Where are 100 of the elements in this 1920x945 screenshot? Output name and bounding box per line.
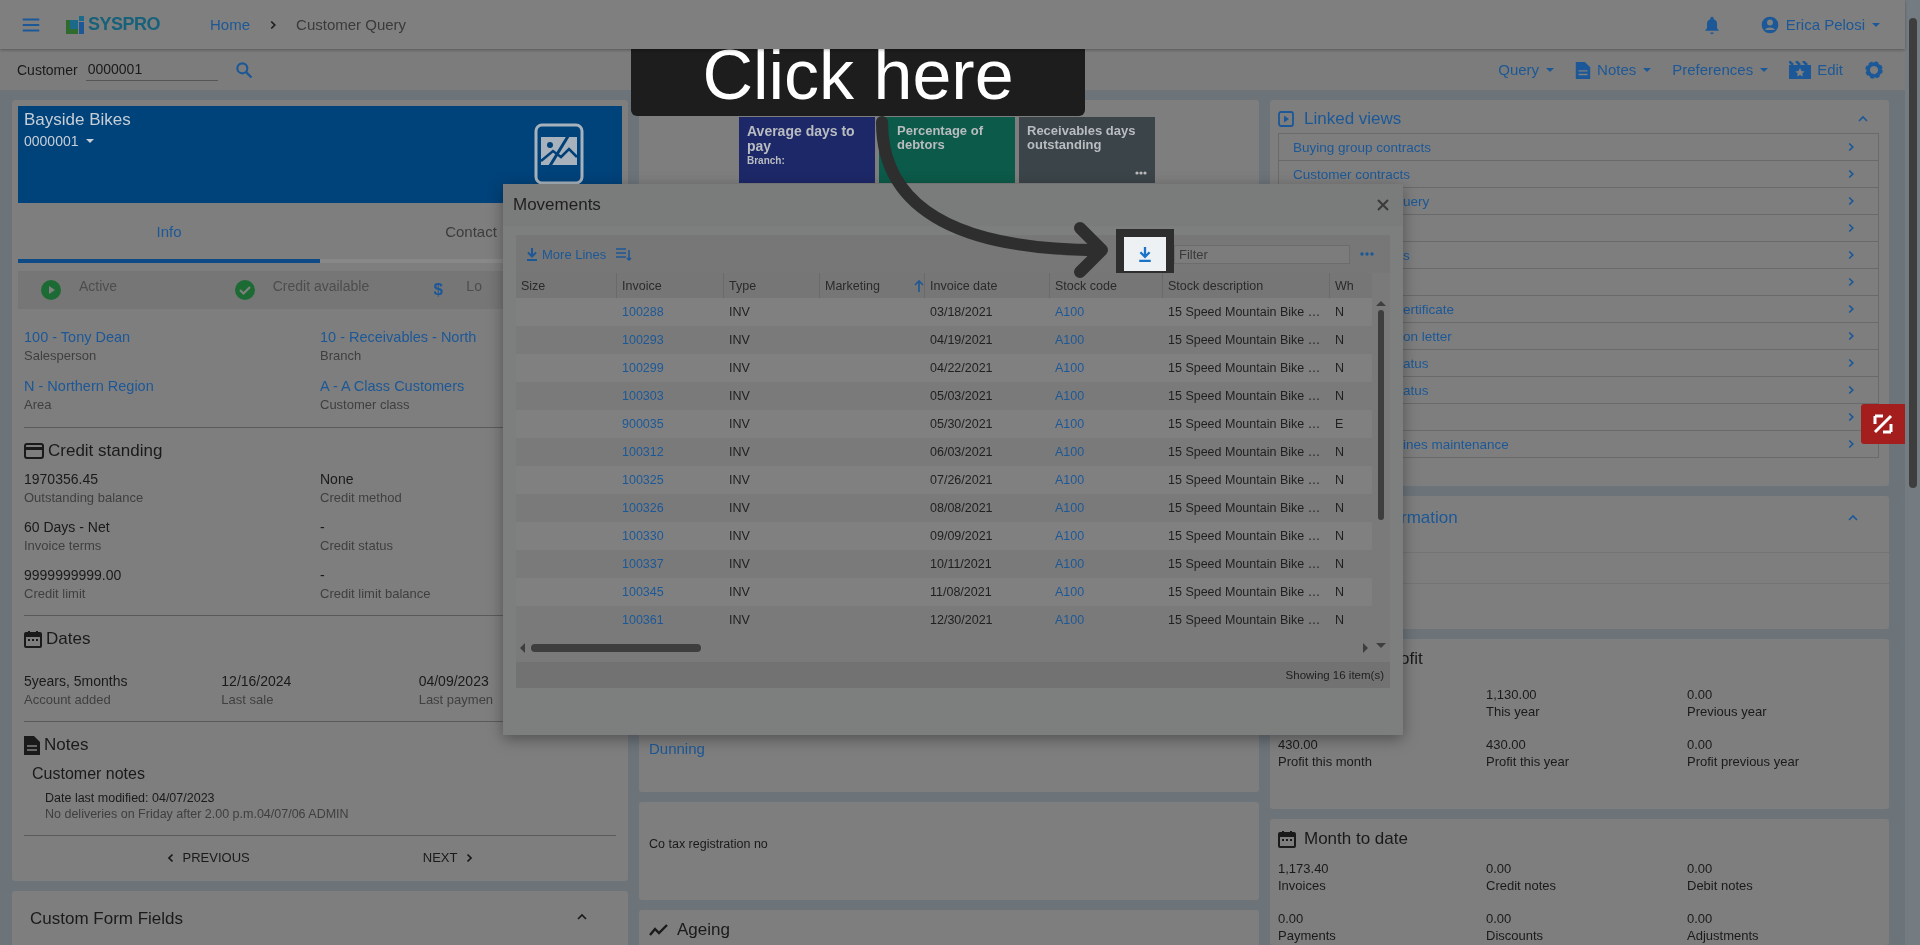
table-cell-text: N <box>1334 389 1346 403</box>
stat-label: Invoices <box>1278 878 1327 893</box>
column-list-icon[interactable] <box>616 247 633 261</box>
kpi-tile[interactable]: Average days to pay Branch: <box>739 117 875 183</box>
stat-value: 0.00 <box>1687 687 1714 702</box>
stock-code-link[interactable]: A100 <box>1050 557 1163 571</box>
close-icon[interactable] <box>1377 199 1389 211</box>
stat-value: 430.00 <box>1486 737 1527 752</box>
tab[interactable]: Info <box>18 203 320 263</box>
menu-button[interactable]: Query <box>1498 61 1556 78</box>
table-cell-text: 15 Speed Mountain Bike … <box>1167 613 1322 627</box>
table-cell-text: INV <box>728 529 751 543</box>
invoice-link[interactable]: 100330 <box>617 529 724 543</box>
user-menu[interactable]: Erica Pelosi <box>1759 14 1881 35</box>
table-cell-text: INV <box>728 361 751 375</box>
invoice-link[interactable]: 100337 <box>617 557 724 571</box>
field-value: 1970356.45 <box>24 471 99 487</box>
table-cell-text: INV <box>728 501 751 515</box>
menu-button[interactable]: Notes <box>1575 60 1653 79</box>
field-label: Credit status <box>320 538 394 553</box>
logo-text: SYSPRO <box>88 14 161 35</box>
kpi-tile[interactable]: Percentage of debtors <box>879 117 1015 183</box>
stock-code-link[interactable]: A100 <box>1050 305 1163 319</box>
download-icon <box>1138 246 1152 262</box>
stock-code-link[interactable]: A100 <box>1050 333 1163 347</box>
invoice-link[interactable]: 100303 <box>617 389 724 403</box>
calendar-icon <box>24 630 42 648</box>
stat-value: 0.00 <box>1687 737 1714 752</box>
more-icon[interactable] <box>1135 171 1147 175</box>
page-scrollbar[interactable] <box>1905 0 1920 945</box>
table-cell-text: 03/18/2021 <box>929 305 994 319</box>
stock-code-link[interactable]: A100 <box>1050 389 1163 403</box>
table-cell-text: INV <box>728 417 751 431</box>
column-header[interactable]: Wh <box>1330 273 1370 298</box>
note-text: No deliveries on Friday after 2.00 p.m.04/07/06 ADMIN <box>44 806 350 823</box>
stock-code-link[interactable]: A100 <box>1050 585 1163 599</box>
table-cell-text: N <box>1334 445 1346 459</box>
stat-value: 430.00 <box>1278 737 1319 752</box>
invoice-link[interactable]: 100326 <box>617 501 724 515</box>
field-label: Salesperson <box>24 348 98 363</box>
stat-value: 0.00 <box>1486 911 1513 926</box>
breadcrumb[interactable]: Home <box>210 16 251 33</box>
field-label: Customer <box>17 61 78 78</box>
search-icon[interactable] <box>233 59 254 80</box>
stock-code-link[interactable]: A100 <box>1050 361 1163 375</box>
table-cell-text: N <box>1334 557 1346 571</box>
dollar-icon: $ <box>428 280 449 300</box>
settings-icon[interactable] <box>1863 58 1885 81</box>
table-cell-text: E <box>1334 417 1345 431</box>
invoice-link[interactable]: 100293 <box>617 333 724 347</box>
stock-code-link[interactable]: A100 <box>1050 473 1163 487</box>
stock-code-link[interactable]: A100 <box>1050 501 1163 515</box>
stock-code-link[interactable]: A100 <box>1050 613 1163 627</box>
section-title: Dates <box>46 629 91 649</box>
table-cell-text: INV <box>728 557 751 571</box>
table-cell-text: INV <box>728 333 751 347</box>
stock-code-link[interactable]: A100 <box>1050 445 1163 459</box>
field-label: Credit limit balance <box>320 586 432 601</box>
field-value: 5years, 5months <box>24 673 129 689</box>
next-button[interactable]: NEXT <box>418 848 480 867</box>
edit-button[interactable]: Edit <box>1789 60 1843 79</box>
field-link[interactable]: N - Northern Region <box>24 378 320 394</box>
invoice-link[interactable]: 100299 <box>617 361 724 375</box>
invoice-link[interactable]: 900035 <box>617 417 724 431</box>
menu-button[interactable]: Preferences <box>1672 61 1770 78</box>
invoice-link[interactable]: 100325 <box>617 473 724 487</box>
field-link[interactable]: 100 - Tony Dean <box>24 329 320 345</box>
stat-label: Debit notes <box>1687 878 1754 893</box>
field-label: Invoice terms <box>24 538 103 553</box>
more-lines-button[interactable]: More Lines <box>526 246 607 262</box>
stat-label: Previous year <box>1687 704 1768 719</box>
invoice-link[interactable]: 100345 <box>617 585 724 599</box>
play-box-icon <box>1278 111 1294 127</box>
table-cell-text: 06/03/2021 <box>929 445 994 459</box>
linked-view-item[interactable]: Buying group contracts <box>1279 134 1878 161</box>
filter-input[interactable]: Filter <box>1174 244 1350 264</box>
invoice-link[interactable]: 100361 <box>617 613 724 627</box>
customer-input-field[interactable]: 0000001 <box>85 58 218 81</box>
previous-button[interactable]: PREVIOUS <box>160 848 254 867</box>
floating-button[interactable] <box>1861 404 1905 444</box>
table-cell-text: INV <box>728 445 751 459</box>
customer-code-dropdown[interactable]: 0000001 <box>24 133 131 149</box>
kpi-tile[interactable]: Receivables days outstanding <box>1019 117 1155 183</box>
invoice-link[interactable]: 100312 <box>617 445 724 459</box>
image-placeholder-icon <box>534 123 584 185</box>
table-cell-text: N <box>1334 305 1346 319</box>
invoice-link[interactable]: 100288 <box>617 305 724 319</box>
user-icon <box>1759 14 1780 35</box>
field-value: - <box>320 519 326 535</box>
dunning-link[interactable]: Dunning <box>649 740 705 757</box>
stock-code-link[interactable]: A100 <box>1050 417 1163 431</box>
stat-label: Profit this year <box>1486 754 1571 769</box>
card-title: rmation <box>1401 508 1458 528</box>
field-label: Credit method <box>320 490 403 505</box>
caret-icon <box>84 136 95 146</box>
field-label: Last paymen <box>418 692 495 707</box>
calendar-icon <box>1278 830 1296 848</box>
tile-title: Percentage of debtors <box>897 124 984 153</box>
stock-code-link[interactable]: A100 <box>1050 529 1163 543</box>
note-date: Date last modified: 04/07/2023 <box>44 791 216 805</box>
